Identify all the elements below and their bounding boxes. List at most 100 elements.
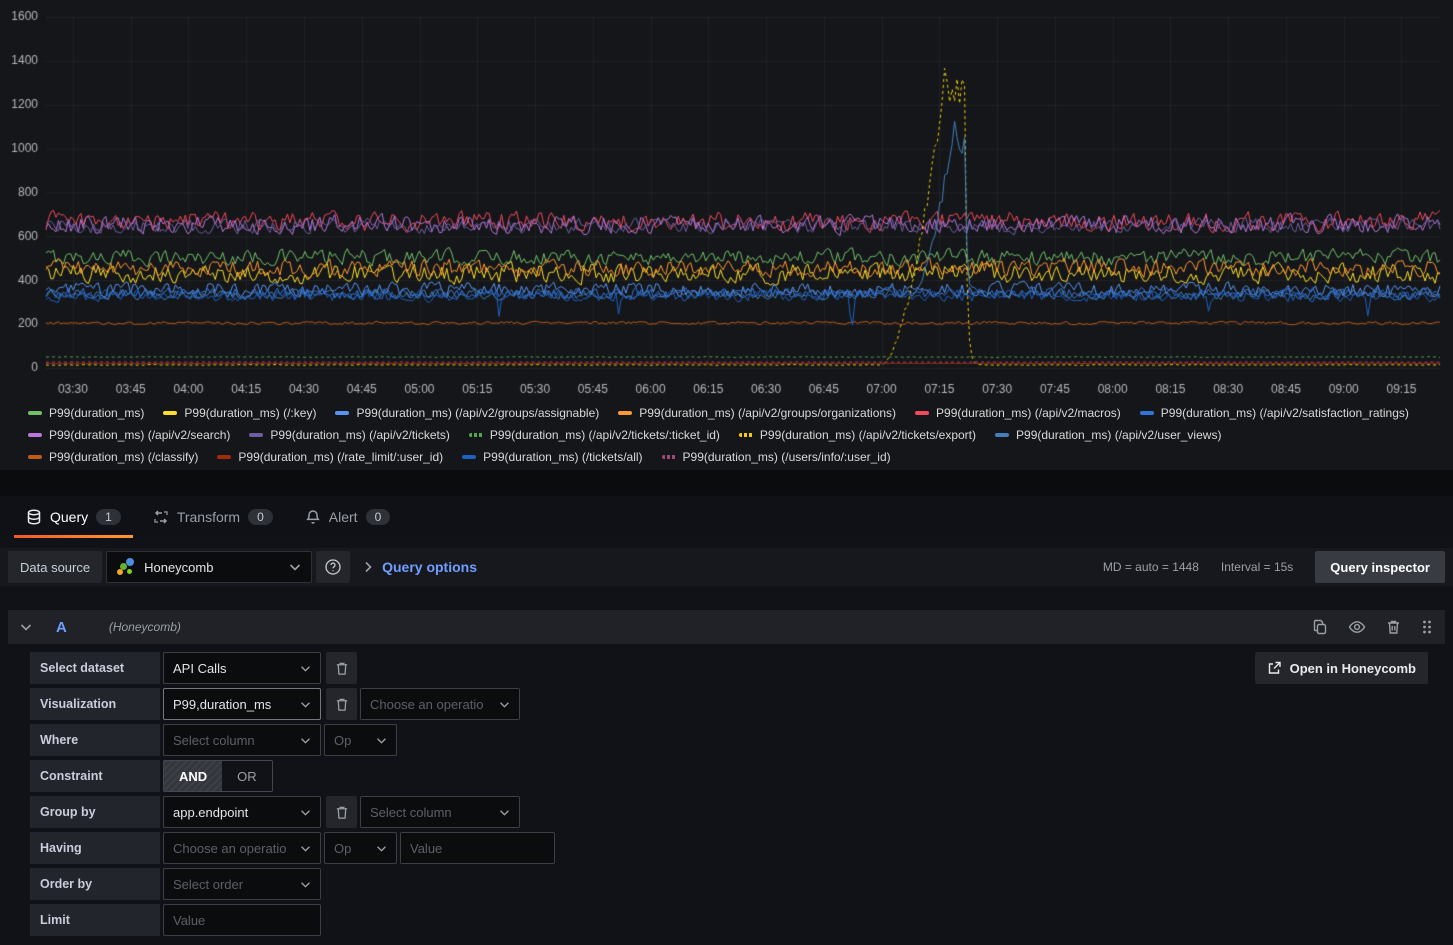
group-by-select[interactable]: app.endpoint bbox=[163, 796, 321, 828]
chevron-down-icon bbox=[300, 875, 311, 893]
legend-item[interactable]: P99(duration_ms) (/tickets/all) bbox=[462, 450, 642, 464]
duplicate-query-button[interactable] bbox=[1312, 619, 1328, 635]
series-color-marker bbox=[249, 433, 263, 437]
group-by-add-column-select[interactable]: Select column bbox=[360, 796, 520, 828]
order-by-select[interactable]: Select order bbox=[163, 868, 321, 900]
dataset-select[interactable]: API Calls bbox=[163, 652, 321, 684]
delete-query-button[interactable] bbox=[1386, 619, 1401, 635]
external-link-icon bbox=[1267, 661, 1282, 675]
help-icon bbox=[324, 558, 342, 576]
visualization-select[interactable]: P99,duration_ms bbox=[163, 688, 321, 720]
constraint-and-option[interactable]: AND bbox=[164, 761, 222, 791]
constraint-or-option[interactable]: OR bbox=[222, 761, 272, 791]
having-op-select[interactable]: Op bbox=[324, 832, 397, 864]
legend-item[interactable]: P99(duration_ms) (/classify) bbox=[28, 450, 198, 464]
limit-input[interactable] bbox=[163, 904, 321, 936]
where-op-select[interactable]: Op bbox=[324, 724, 397, 756]
remove-visualization-button[interactable] bbox=[326, 688, 357, 720]
select-dataset-label: Select dataset bbox=[30, 652, 160, 684]
drag-handle[interactable] bbox=[1421, 619, 1433, 635]
timeseries-chart-canvas[interactable] bbox=[0, 0, 1453, 400]
having-operator-placeholder: Choose an operatio bbox=[173, 841, 292, 856]
trash-icon bbox=[1386, 619, 1401, 635]
remove-group-by-button[interactable] bbox=[326, 796, 357, 828]
timeseries-panel: P99(duration_ms) P99(duration_ms) (/:key)… bbox=[0, 0, 1453, 470]
legend-item[interactable]: P99(duration_ms) (/api/v2/tickets) bbox=[249, 428, 449, 442]
legend-item[interactable]: P99(duration_ms) (/api/v2/groups/assigna… bbox=[335, 406, 599, 420]
panel-splitter[interactable] bbox=[0, 470, 1453, 496]
tab-alert-label: Alert bbox=[329, 509, 358, 525]
editor-tabbar: Query 1 Transform 0 Alert 0 bbox=[0, 496, 1453, 538]
collapse-chevron-icon[interactable] bbox=[20, 618, 32, 636]
open-in-honeycomb-button[interactable]: Open in Honeycomb bbox=[1255, 652, 1428, 684]
series-color-marker bbox=[469, 433, 483, 437]
group-by-column-placeholder: Select column bbox=[370, 805, 491, 820]
where-column-placeholder: Select column bbox=[173, 733, 292, 748]
datasource-picker[interactable]: Honeycomb bbox=[106, 551, 312, 583]
legend-item-label: P99(duration_ms) (/tickets/all) bbox=[483, 450, 642, 464]
legend-item[interactable]: P99(duration_ms) (/users/info/:user_id) bbox=[662, 450, 891, 464]
tab-transform[interactable]: Transform 0 bbox=[141, 496, 285, 538]
tab-query-label: Query bbox=[50, 509, 88, 525]
series-color-marker bbox=[28, 433, 42, 437]
visualization-select-value: P99,duration_ms bbox=[173, 697, 292, 712]
row-order-by: Order by Select order bbox=[30, 868, 1445, 900]
datasource-value: Honeycomb bbox=[144, 560, 280, 575]
legend-row: P99(duration_ms) P99(duration_ms) (/:key)… bbox=[28, 402, 1453, 424]
legend-item[interactable]: P99(duration_ms) (/api/v2/macros) bbox=[915, 406, 1121, 420]
having-operator-select[interactable]: Choose an operatio bbox=[163, 832, 321, 864]
series-color-marker bbox=[28, 411, 42, 415]
legend-item-label: P99(duration_ms) (/:key) bbox=[184, 406, 316, 420]
legend-item[interactable]: P99(duration_ms) (/api/v2/satisfaction_r… bbox=[1140, 406, 1409, 420]
legend-item[interactable]: P99(duration_ms) (/rate_limit/:user_id) bbox=[217, 450, 443, 464]
legend-item[interactable]: P99(duration_ms) bbox=[28, 406, 144, 420]
legend-item[interactable]: P99(duration_ms) (/api/v2/groups/organiz… bbox=[618, 406, 896, 420]
series-color-marker bbox=[915, 411, 929, 415]
row-having: Having Choose an operatio Op bbox=[30, 832, 1445, 864]
tab-query[interactable]: Query 1 bbox=[14, 496, 133, 538]
legend-row: P99(duration_ms) (/classify) P99(duration… bbox=[28, 446, 1453, 468]
legend-item-label: P99(duration_ms) (/api/v2/tickets/:ticke… bbox=[490, 428, 720, 442]
legend-item[interactable]: P99(duration_ms) (/api/v2/tickets/:ticke… bbox=[469, 428, 720, 442]
chevron-down-icon bbox=[376, 731, 387, 749]
query-options-toggle[interactable]: Query options bbox=[364, 559, 477, 575]
tab-alert[interactable]: Alert 0 bbox=[293, 496, 402, 538]
query-ref-id[interactable]: A bbox=[56, 619, 67, 636]
chevron-down-icon bbox=[289, 563, 301, 571]
series-color-marker bbox=[739, 433, 753, 437]
having-value-input[interactable] bbox=[400, 832, 555, 864]
query-editor: A (Honeycomb) Open in Honeycomb Select d… bbox=[8, 610, 1445, 945]
legend-item[interactable]: P99(duration_ms) (/api/v2/search) bbox=[28, 428, 230, 442]
query-row-header[interactable]: A (Honeycomb) bbox=[8, 610, 1445, 644]
trash-icon bbox=[335, 805, 349, 820]
database-icon bbox=[26, 509, 42, 525]
order-by-placeholder: Select order bbox=[173, 877, 292, 892]
series-color-marker bbox=[462, 455, 476, 459]
tab-transform-label: Transform bbox=[177, 509, 240, 525]
datasource-help-button[interactable] bbox=[316, 551, 350, 583]
series-color-marker bbox=[28, 455, 42, 459]
legend-item[interactable]: P99(duration_ms) (/api/v2/tickets/export… bbox=[739, 428, 976, 442]
query-inspector-button[interactable]: Query inspector bbox=[1315, 551, 1445, 583]
trash-icon bbox=[335, 697, 349, 712]
limit-label: Limit bbox=[30, 904, 160, 936]
legend-item-label: P99(duration_ms) (/api/v2/groups/assigna… bbox=[356, 406, 599, 420]
remove-dataset-button[interactable] bbox=[326, 652, 357, 684]
dataset-select-value: API Calls bbox=[173, 661, 292, 676]
legend-item[interactable]: P99(duration_ms) (/:key) bbox=[163, 406, 316, 420]
series-color-marker bbox=[662, 455, 676, 459]
toggle-query-visibility-button[interactable] bbox=[1348, 620, 1366, 634]
row-visualization: Visualization P99,duration_ms Choose an … bbox=[30, 688, 1445, 720]
legend-item-label: P99(duration_ms) (/api/v2/groups/organiz… bbox=[639, 406, 896, 420]
visualization-operator-placeholder: Choose an operatio bbox=[370, 697, 491, 712]
row-limit: Limit bbox=[30, 904, 1445, 936]
series-color-marker bbox=[163, 411, 177, 415]
series-color-marker bbox=[995, 433, 1009, 437]
transform-icon bbox=[153, 509, 169, 525]
tab-query-count: 1 bbox=[96, 509, 121, 525]
tab-alert-count: 0 bbox=[366, 509, 391, 525]
where-column-select[interactable]: Select column bbox=[163, 724, 321, 756]
legend-item[interactable]: P99(duration_ms) (/api/v2/user_views) bbox=[995, 428, 1221, 442]
chevron-down-icon bbox=[300, 839, 311, 857]
visualization-operator-select[interactable]: Choose an operatio bbox=[360, 688, 520, 720]
